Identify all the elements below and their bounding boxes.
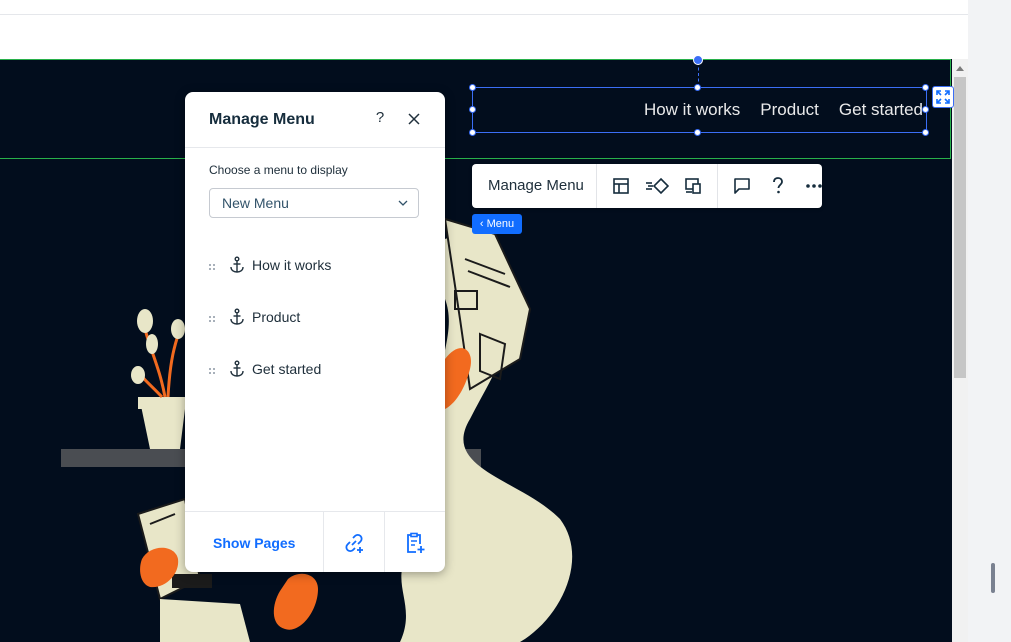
- more-button[interactable]: [796, 164, 832, 208]
- menu-item-label: Product: [252, 309, 301, 325]
- more-icon: [806, 184, 822, 188]
- clipboard-add-icon: [407, 532, 425, 553]
- add-link-button[interactable]: [324, 512, 386, 572]
- panel-help-button[interactable]: ?: [371, 109, 389, 129]
- element-toolbar: Manage Menu: [472, 164, 822, 208]
- panel-header: Manage Menu ?: [185, 92, 445, 148]
- editor-top-strip: [0, 0, 968, 59]
- menu-item-how-it-works[interactable]: How it works: [185, 242, 445, 294]
- drag-handle-icon[interactable]: [208, 261, 216, 275]
- stretch-button[interactable]: [932, 86, 954, 108]
- scroll-up-icon[interactable]: [956, 66, 964, 71]
- resize-handle-tc[interactable]: [694, 84, 701, 91]
- animation-icon: [645, 177, 669, 195]
- editor-divider: [0, 14, 968, 15]
- nav-item-how-it-works[interactable]: How it works: [644, 99, 740, 123]
- rotate-handle[interactable]: [693, 55, 703, 65]
- nav-item-get-started[interactable]: Get started: [839, 99, 923, 123]
- resize-handle-bc[interactable]: [694, 129, 701, 136]
- layout-button[interactable]: [603, 164, 639, 208]
- panel-title: Manage Menu: [209, 111, 315, 128]
- menu-item-label: How it works: [252, 257, 332, 273]
- resize-handle-bl[interactable]: [469, 129, 476, 136]
- devices-button[interactable]: [675, 164, 711, 208]
- resize-handle-tr[interactable]: [922, 84, 929, 91]
- anchor-icon: [230, 256, 244, 273]
- site-canvas: [0, 59, 952, 642]
- help-icon: [773, 177, 783, 194]
- panel-footer: Show Pages: [185, 511, 445, 572]
- help-button[interactable]: [760, 164, 796, 208]
- breadcrumb-menu-tag[interactable]: ‹ Menu: [472, 214, 522, 234]
- add-link-icon: [345, 533, 364, 553]
- devices-icon: [685, 178, 701, 194]
- menu-select-dropdown[interactable]: New Menu: [209, 188, 419, 218]
- resize-handle-ml[interactable]: [469, 106, 476, 113]
- comment-icon: [734, 178, 750, 194]
- show-pages-button[interactable]: Show Pages: [185, 512, 325, 572]
- menu-item-get-started[interactable]: Get started: [185, 346, 445, 398]
- manage-menu-panel: Manage Menu ? Choose a menu to display N…: [185, 92, 445, 572]
- toolbar-group-design: [597, 164, 718, 208]
- comment-button[interactable]: [724, 164, 760, 208]
- manage-menu-button[interactable]: Manage Menu: [472, 164, 597, 208]
- drag-handle-icon[interactable]: [208, 365, 216, 379]
- vertical-scrollbar[interactable]: [952, 59, 968, 642]
- hero-illustration: [61, 217, 573, 642]
- resize-handle-tl[interactable]: [469, 84, 476, 91]
- resize-handle-mr[interactable]: [922, 106, 929, 113]
- drag-handle-icon[interactable]: [208, 313, 216, 327]
- resize-handle-br[interactable]: [922, 129, 929, 136]
- scrollbar-thumb[interactable]: [954, 77, 966, 378]
- panel-close-button[interactable]: [404, 109, 424, 129]
- menu-items-list: How it works Product Get started: [185, 242, 445, 398]
- nav-item-product[interactable]: Product: [760, 99, 819, 123]
- expand-icon: [936, 90, 950, 104]
- close-icon: [408, 113, 420, 125]
- dropdown-value: New Menu: [222, 195, 289, 211]
- choose-menu-label: Choose a menu to display: [209, 163, 348, 177]
- anchor-icon: [230, 360, 244, 377]
- menu-item-product[interactable]: Product: [185, 294, 445, 346]
- animation-button[interactable]: [639, 164, 675, 208]
- breadcrumb-label: Menu: [486, 218, 515, 230]
- add-item-button[interactable]: [385, 512, 445, 572]
- site-nav-menu[interactable]: How it works Product Get started: [472, 99, 923, 123]
- anchor-icon: [230, 308, 244, 325]
- toolbar-group-help: [718, 164, 838, 208]
- chevron-left-icon: ‹: [479, 218, 487, 230]
- layout-icon: [613, 178, 629, 194]
- resize-handle[interactable]: [991, 563, 995, 593]
- menu-item-label: Get started: [252, 361, 322, 377]
- chevron-down-icon: [398, 200, 408, 206]
- editor-right-gutter: [968, 0, 1011, 642]
